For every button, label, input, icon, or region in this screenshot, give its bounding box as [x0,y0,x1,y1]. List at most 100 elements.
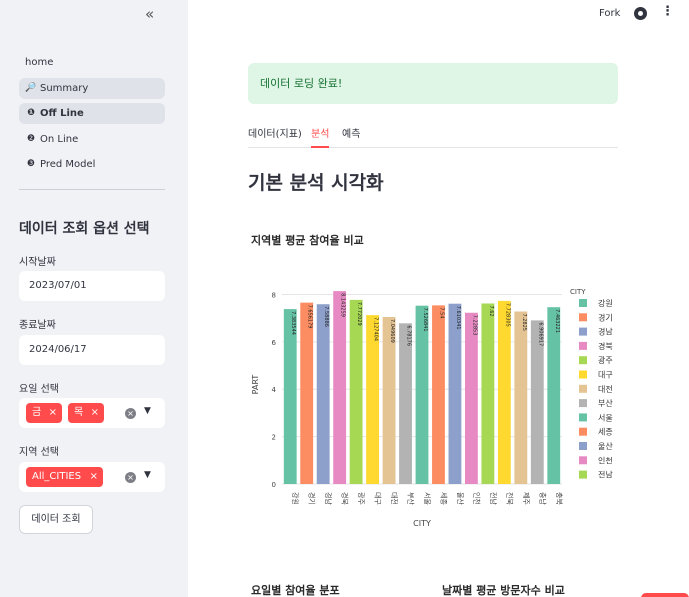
day-tag-thu-label: 목 [74,407,84,418]
nav-item-summary[interactable]: 🔎 Summary [19,77,165,99]
y-tick-label: 6 [272,339,277,347]
bar-value-label: 7.2825 [521,313,527,331]
x-tick-label: 제주 [522,492,530,505]
start-date-label: 시작날짜 [19,257,56,268]
sidebar: « home 🔎 Summary ❶ Off Line ❷ On Line ❸ … [0,0,188,597]
bar-value-label: 7.22853 [471,315,477,336]
bar [481,303,495,484]
bar-value-label: 7.610341 [455,306,461,330]
nav-item-offline[interactable]: ❶ Off Line [19,103,165,125]
tab-analysis[interactable]: 분석 [311,125,329,140]
bar [514,311,528,484]
chart-title: 지역별 평균 참여율 비교 [251,234,364,247]
x-tick-label: 경북 [341,492,350,505]
tab-bar: 데이터(지표) 분석 예측 [248,123,618,148]
x-tick-label: 광주 [357,492,365,505]
bar-value-label: 6.78176 [406,325,412,346]
remove-tag-icon[interactable]: × [91,403,99,423]
day-tag-fri[interactable]: 금 × [26,403,62,423]
legend-swatch [579,327,587,336]
weekday-participation-title: 요일별 참여율 분포 [251,584,340,597]
x-tick-label: 경기 [308,492,317,505]
chevron-down-icon[interactable]: ▼ [144,406,151,416]
bar-value-label: 7.463221 [554,309,560,333]
x-tick-label: 인천 [472,492,481,505]
start-date-input[interactable]: 2023/07/01 [19,271,165,301]
bar [464,312,478,484]
bar-value-label: 7.58886 [323,306,329,327]
clear-all-icon[interactable]: × [125,408,136,419]
day-tag-thu[interactable]: 목 × [68,403,104,423]
remove-tag-icon[interactable]: × [90,467,98,487]
x-tick-label: 충남 [538,492,547,505]
bar-value-label: 6.906917 [537,322,543,346]
legend-swatch [579,442,587,450]
nav-item-home[interactable]: home [19,52,165,73]
legend-swatch [579,370,587,379]
y-axis-label: PART [251,375,260,395]
legend-label: 부산 [598,398,613,408]
sidebar-divider [19,189,165,190]
legend-swatch [579,341,587,350]
active-tab-indicator [311,146,329,148]
magnifier-icon: 🔎 [25,82,37,93]
bar-value-label: 7.656179 [307,305,313,329]
bar [300,302,314,484]
sidebar-title: 데이터 조회 옵션 선택 [19,221,150,237]
nav-item-pred-model[interactable]: ❸ Pred Model [19,154,165,175]
clear-all-icon[interactable]: × [125,472,136,483]
nav-label-home: home [25,57,54,68]
legend-label: 경기 [598,312,613,322]
y-tick-label: 0 [272,481,276,489]
region-tag-all-cities[interactable]: All_CITIES × [26,467,103,487]
x-tick-label: 대전 [390,492,399,505]
nav-label-summary: Summary [40,82,89,94]
collapse-sidebar-icon[interactable]: « [145,5,161,23]
bar-value-label: 7.049609 [389,319,395,343]
chevron-down-icon[interactable]: ▼ [144,470,151,480]
region-participation-chart: 0 2 4 6 8 PART 7.383544 강원 7.656179 경기 7.58886 경남 8.… [251,288,613,528]
x-tick-label: 대구 [374,492,382,505]
day-tag-fri-label: 금 [32,407,42,418]
number-two-icon: ❷ [26,133,36,144]
x-tick-label: 강원 [291,492,300,505]
bar [316,304,330,484]
legend-label: 대구 [598,371,613,380]
legend-label: 울산 [598,441,613,451]
nav-label-pred-model: Pred Model [40,159,96,171]
github-icon[interactable] [634,7,647,20]
remove-tag-icon[interactable]: × [49,403,57,423]
bar [497,300,511,484]
success-alert: 데이터 로딩 완료! [248,63,618,104]
x-tick-label: 서울 [423,492,432,505]
nav-label-offline: Off Line [40,108,84,120]
number-one-icon: ❶ [27,108,35,119]
legend-swatch [579,299,587,307]
x-tick-label: 울산 [456,492,465,505]
legend-label: 대전 [598,384,613,394]
nav-item-online[interactable]: ❷ On Line [19,129,165,150]
legend-swatch [579,399,587,408]
end-date-input[interactable]: 2024/06/17 [19,335,165,365]
bar [333,291,347,484]
region-multiselect[interactable]: All_CITIES × × ▼ [19,462,165,492]
legend-label: 광주 [598,355,613,365]
bar [399,323,412,484]
legend-label: 세종 [598,428,613,437]
query-data-button[interactable]: 데이터 조회 [19,505,93,534]
legend-swatch [579,313,587,322]
legend-label: 서울 [598,413,613,422]
floating-action-corner[interactable] [641,593,689,597]
day-select-label: 요일 선택 [19,384,59,395]
bar-value-label: 7.127404 [373,317,379,341]
day-multiselect[interactable]: 금 × 목 × × ▼ [19,398,165,428]
legend-label: 인천 [598,455,613,465]
more-menu-icon[interactable]: ⋮ [661,5,674,18]
bar-value-label: 7.772029 [356,302,362,326]
tab-prediction[interactable]: 예측 [342,125,360,140]
fork-link[interactable]: Fork [599,8,620,19]
bar-value-label: 7.54 [438,307,444,318]
bar [547,307,561,484]
tab-data-metrics[interactable]: 데이터(지표) [248,125,302,140]
sidebar-nav: home 🔎 Summary ❶ Off Line ❷ On Line ❸ Pr… [19,52,165,180]
